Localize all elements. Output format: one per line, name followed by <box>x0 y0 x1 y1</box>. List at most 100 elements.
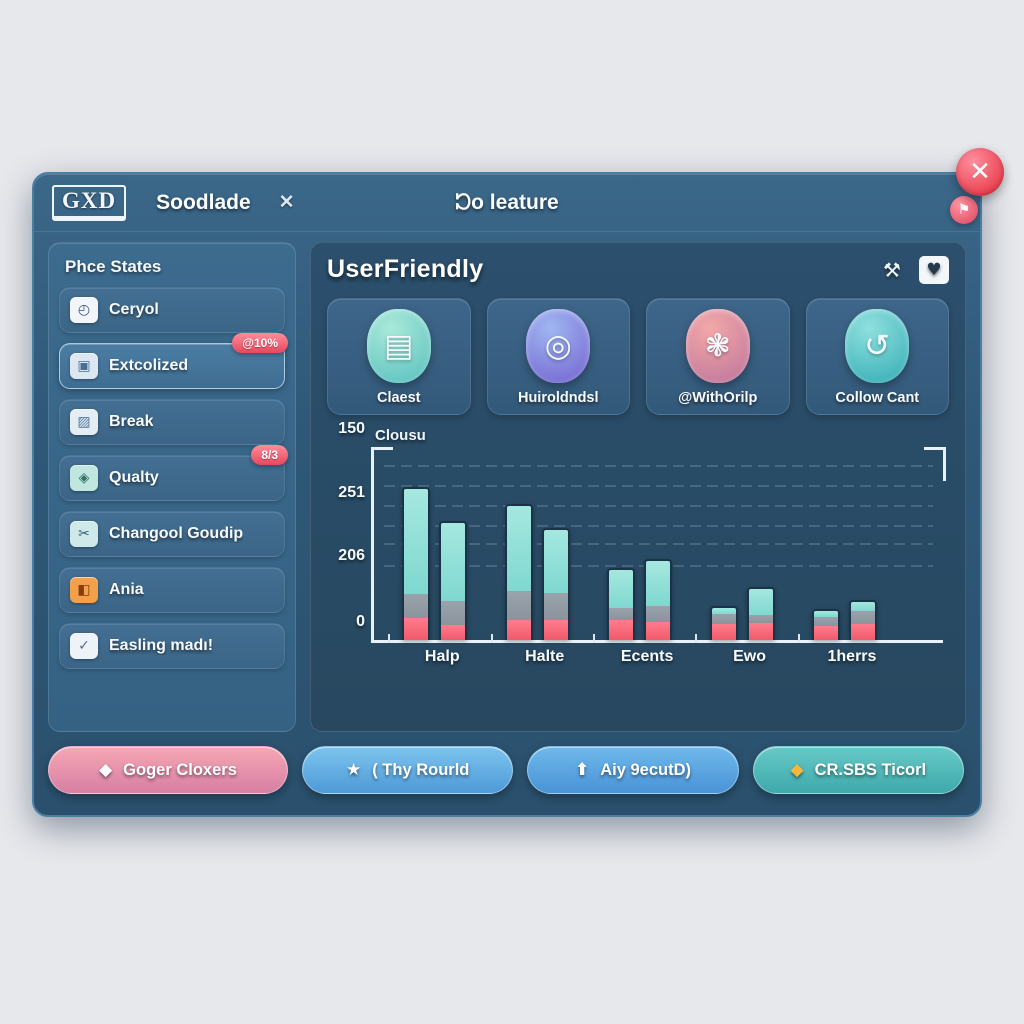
chart-bar-segment-bot <box>646 621 671 640</box>
sidebar-heading: Phce States <box>65 257 162 276</box>
chart-bar-segment-mid <box>851 610 876 624</box>
feature-card-1[interactable]: ◎ Huiroldndsl <box>486 298 630 415</box>
chart-title: Clousu <box>375 427 426 444</box>
body-row: Phce States ◴ Ceryol ▣ Extcolized @10% ▨ Break… <box>34 232 980 732</box>
feature-card-2[interactable]: ❃ @WithOrilp <box>646 298 790 415</box>
chart-plot-area: 150 251 206 0 Halp Halte Ecents Ewo 1herrs <box>338 420 946 665</box>
chart-bar <box>504 504 533 640</box>
sidebar-item-label: Extcolized <box>109 357 189 374</box>
chart-axis-tick-mark <box>490 634 493 643</box>
chart-x-tick: Ewo <box>733 648 766 665</box>
footer-button-1[interactable]: ★ ( Thy Rourld <box>302 746 514 794</box>
chart-bar-segment-bot <box>506 619 531 640</box>
flag-badge[interactable]: ⚑ <box>950 196 978 224</box>
chart-bar-group-4 <box>812 600 878 640</box>
header-icon-group: ⚒ ♥ <box>877 255 949 284</box>
chart-bar-segment-bot <box>609 619 634 640</box>
sidebar-item-label: Qualty <box>109 469 159 486</box>
chart-x-tick: Ecents <box>620 648 674 665</box>
chart-bar-group-0 <box>402 486 468 640</box>
star-icon: ★ <box>345 760 362 780</box>
archive-box-icon: ▤ <box>366 309 431 383</box>
footer-button-label: ( Thy Rourld <box>372 760 470 779</box>
footer-button-3[interactable]: ◆ CR.SBS Ticorl <box>752 746 964 794</box>
chart-bar-segment-bot <box>711 623 736 640</box>
chart-bar-segment-mid <box>506 590 531 620</box>
chart-bar-segment-top <box>506 506 531 591</box>
app-window: ✕ ⚑ GXD Soodlade ✕ ᘰo leature Phce State… <box>32 148 1004 817</box>
footer-button-2[interactable]: ⬆ Aiy 9ecutD) <box>527 746 739 794</box>
footer-button-label: Goger Cloxers <box>123 760 237 779</box>
tab-close-icon[interactable]: ✕ <box>279 191 295 214</box>
feature-card-0[interactable]: ▤ Claest <box>327 298 471 415</box>
sidebar-item-1[interactable]: ▣ Extcolized @10% <box>59 333 288 389</box>
chart-x-tick: 1herrs <box>827 648 877 665</box>
flame-icon: ◧ <box>70 577 98 603</box>
feature-card-3[interactable]: ↺ Collow Cant <box>805 298 949 415</box>
sidebar-item-badge: @10% <box>232 333 288 353</box>
sidebar-item-5[interactable]: ◧ Ania <box>59 567 285 613</box>
footer-button-0[interactable]: ◆ Goger Cloxers <box>48 746 288 794</box>
sidebar-item-6[interactable]: ✓ Easling madı! <box>59 623 285 669</box>
chart-bar-segment-bot <box>404 617 429 640</box>
sidebar-item-0[interactable]: ◴ Ceryol <box>59 287 285 333</box>
titlebar: GXD Soodlade ✕ ᘰo leature <box>34 174 980 232</box>
chart-bar-segment-mid <box>404 594 429 618</box>
chart-bar <box>402 486 431 640</box>
diamond-icon: ◆ <box>99 760 113 780</box>
chart-container: Clousu 150 251 206 0 Halp Halte Ecents Ewo 1herr… <box>327 420 949 665</box>
sidebar-item-4[interactable]: ✂ Changool Goudip <box>59 511 285 557</box>
chart-bar-segment-bot <box>441 624 466 640</box>
chart-x-tick: Halp <box>424 648 460 665</box>
footer-actions: ◆ Goger Cloxers ★ ( Thy Rourld ⬆ Aiy 9ecutD) ◆… <box>34 732 980 794</box>
chart-y-tick: 150 <box>338 420 365 437</box>
chart-bar-segment-mid <box>441 601 466 625</box>
chart-bar-segment-mid <box>748 615 773 624</box>
window-close-button[interactable]: ✕ <box>956 148 1004 196</box>
chart-bar-group-1 <box>504 504 570 640</box>
chart-bar <box>812 609 841 640</box>
axis-corner-right-v <box>943 447 946 481</box>
chart-y-tick: 206 <box>338 547 365 565</box>
diamond-icon: ◆ <box>790 760 804 780</box>
axis-corner-right-h <box>924 447 946 450</box>
feature-card-label: Claest <box>376 390 421 406</box>
feature-card-label: Collow Cant <box>835 390 920 406</box>
sidebar-item-label: Ceryol <box>109 301 159 318</box>
chart-axis-tick-mark <box>593 634 596 643</box>
chart-bar-segment-mid <box>543 592 568 620</box>
tab-label[interactable]: Soodlade <box>156 191 251 215</box>
tools-icon[interactable]: ⚒ <box>877 256 907 284</box>
feature-card-label: Huiroldndsl <box>517 390 599 406</box>
feature-card-label: @WithOrilp <box>678 390 758 406</box>
chart-x-tick: Halte <box>525 648 565 665</box>
chart-bar <box>439 521 468 640</box>
tools-icon: ✂ <box>70 521 98 547</box>
gear-disc-icon: ◎ <box>526 309 591 383</box>
check-icon: ✓ <box>70 633 98 659</box>
chart-bar-segment-top <box>441 523 466 602</box>
sidebar-item-label: Changool Goudip <box>109 525 244 542</box>
chart-axis-tick-mark <box>797 634 800 643</box>
photo-icon: ▨ <box>70 409 98 435</box>
chart-bar-segment-bot <box>748 623 773 640</box>
axis-corner-left <box>371 447 393 450</box>
chart-bar-segment-top <box>609 569 634 609</box>
cloud-burst-icon: ❃ <box>685 309 750 383</box>
app-logo: GXD <box>52 184 127 221</box>
sidebar-item-2[interactable]: ▨ Break <box>59 399 285 445</box>
sidebar-item-3[interactable]: ◈ Qualty 8/3 <box>59 445 288 501</box>
chart-bar-group-2 <box>607 559 673 640</box>
sidebar-item-badge: 8/3 <box>251 445 288 465</box>
chart-bar <box>746 586 775 640</box>
feature-card-row: ▤ Claest ◎ Huiroldndsl ❃ @WithOrilp ↺ Collow Ca… <box>327 298 949 415</box>
chart-bar-segment-mid <box>609 608 634 620</box>
chart-bar-segment-top <box>646 561 671 607</box>
chart-bar-segment-mid <box>646 606 671 622</box>
sidebar-list: ◴ Ceryol ▣ Extcolized @10% ▨ Break ◈ Qualty 8/3 ✂ C… <box>59 287 288 669</box>
bookmark-icon[interactable]: ♥ <box>919 255 949 284</box>
chart-y-tick: 0 <box>356 613 365 630</box>
footer-button-label: CR.SBS Ticorl <box>814 760 927 779</box>
chart-bar-segment-top <box>404 488 429 595</box>
sidebar-item-label: Easling madı! <box>109 637 214 654</box>
